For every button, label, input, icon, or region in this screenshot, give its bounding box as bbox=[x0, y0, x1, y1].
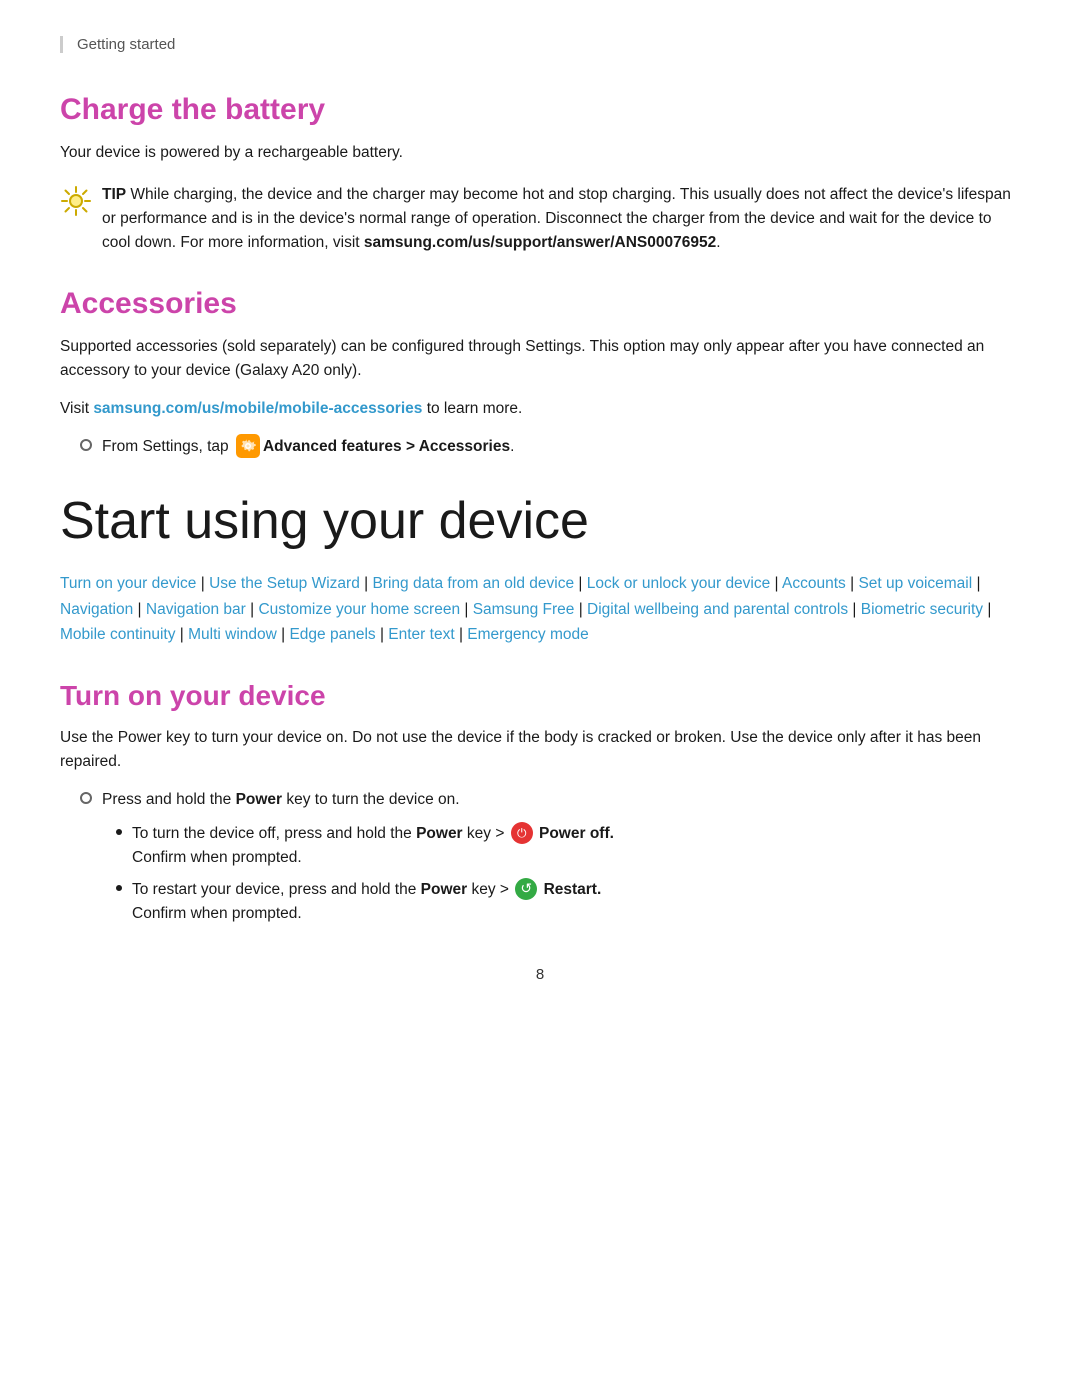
b1-bold: Power bbox=[236, 791, 283, 808]
nav-link-emergency[interactable]: Emergency mode bbox=[467, 626, 588, 643]
start-section: Start using your device Turn on your dev… bbox=[60, 491, 1020, 648]
sb2-bold2: Restart. bbox=[544, 881, 602, 898]
sub-bullets: To turn the device off, press and hold t… bbox=[60, 822, 1020, 926]
sep8: | bbox=[246, 601, 259, 618]
nav-link-voicemail[interactable]: Set up voicemail bbox=[858, 575, 972, 592]
sb2-bold: Power bbox=[421, 881, 468, 898]
tip-content: TIP While charging, the device and the c… bbox=[102, 183, 1020, 255]
accessories-body1: Supported accessories (sold separately) … bbox=[60, 335, 1020, 383]
sep11: | bbox=[848, 601, 861, 618]
nav-link-biometric[interactable]: Biometric security bbox=[861, 601, 983, 618]
acc-bullet-suffix: . bbox=[510, 438, 514, 455]
sb2-prefix: To restart your device, press and hold t… bbox=[132, 881, 421, 898]
dot-marker-2 bbox=[116, 885, 122, 891]
page-header: Getting started bbox=[60, 36, 1020, 53]
nav-link-navigation[interactable]: Navigation bbox=[60, 601, 133, 618]
bullet1-text: Press and hold the Power key to turn the… bbox=[102, 788, 460, 812]
nav-link-samsung-free[interactable]: Samsung Free bbox=[473, 601, 575, 618]
sb2-suffix: Confirm when prompted. bbox=[132, 905, 302, 922]
sep15: | bbox=[376, 626, 389, 643]
sep12: | bbox=[983, 601, 991, 618]
turn-on-title: Turn on your device bbox=[60, 680, 1020, 712]
b1-suffix: key to turn the device on. bbox=[282, 791, 460, 808]
acc-body2-prefix: Visit bbox=[60, 400, 93, 417]
sb1-bold2: Power off. bbox=[539, 825, 614, 842]
sb2-mid: key > bbox=[467, 881, 513, 898]
sb1-prefix: To turn the device off, press and hold t… bbox=[132, 825, 416, 842]
accessories-title: Accessories bbox=[60, 287, 1020, 321]
sep7: | bbox=[133, 601, 146, 618]
turn-on-section: Turn on your device Use the Power key to… bbox=[60, 680, 1020, 926]
power-off-icon: ⏻ bbox=[511, 822, 533, 844]
b1-prefix: Press and hold the bbox=[102, 791, 236, 808]
tip-icon bbox=[60, 185, 92, 217]
nav-link-edge-panels[interactable]: Edge panels bbox=[289, 626, 375, 643]
nav-link-bring-data[interactable]: Bring data from an old device bbox=[372, 575, 574, 592]
sb1-bold: Power bbox=[416, 825, 463, 842]
page-number: 8 bbox=[60, 966, 1020, 983]
tip-label: TIP bbox=[102, 186, 126, 203]
sub-bullet-item-1: To turn the device off, press and hold t… bbox=[116, 822, 1020, 870]
restart-icon: ↺ bbox=[515, 878, 537, 900]
nav-link-turn-on[interactable]: Turn on your device bbox=[60, 575, 196, 592]
nav-link-digital-wellbeing[interactable]: Digital wellbeing and parental controls bbox=[587, 601, 848, 618]
accessories-bullet-text: From Settings, tap Advanced features > A… bbox=[102, 435, 514, 459]
sub-bullet1-text: To turn the device off, press and hold t… bbox=[132, 822, 614, 870]
sep5: | bbox=[846, 575, 859, 592]
sub-bullet-item-2: To restart your device, press and hold t… bbox=[116, 878, 1020, 926]
acc-bullet-link[interactable]: Advanced features > Accessories bbox=[263, 438, 510, 455]
nav-link-multi-window[interactable]: Multi window bbox=[188, 626, 277, 643]
dot-marker-1 bbox=[116, 829, 122, 835]
sep1: | bbox=[196, 575, 209, 592]
tip-link[interactable]: samsung.com/us/support/answer/ANS0007695… bbox=[364, 234, 716, 251]
nav-link-home-screen[interactable]: Customize your home screen bbox=[258, 601, 460, 618]
header-label: Getting started bbox=[77, 36, 175, 53]
sep3: | bbox=[574, 575, 587, 592]
acc-body2-suffix: to learn more. bbox=[422, 400, 522, 417]
sb1-mid: key > bbox=[463, 825, 509, 842]
turn-on-bullet1: Press and hold the Power key to turn the… bbox=[60, 788, 1020, 812]
sep10: | bbox=[574, 601, 587, 618]
circle-marker bbox=[80, 439, 92, 451]
tip-period: . bbox=[716, 234, 720, 251]
acc-mobile-accessories-link[interactable]: samsung.com/us/mobile/mobile-accessories bbox=[93, 400, 422, 417]
nav-link-accounts[interactable]: Accounts bbox=[782, 575, 846, 592]
sep9: | bbox=[460, 601, 473, 618]
nav-link-mobile-continuity[interactable]: Mobile continuity bbox=[60, 626, 175, 643]
circle-marker-2 bbox=[80, 792, 92, 804]
sub-bullet2-text: To restart your device, press and hold t… bbox=[132, 878, 601, 926]
nav-link-lock-unlock[interactable]: Lock or unlock your device bbox=[587, 575, 771, 592]
sep6: | bbox=[972, 575, 980, 592]
sep14: | bbox=[277, 626, 290, 643]
sep2: | bbox=[360, 575, 373, 592]
tip-box: TIP While charging, the device and the c… bbox=[60, 183, 1020, 255]
acc-bullet-prefix: From Settings, tap bbox=[102, 438, 233, 455]
accessories-section: Accessories Supported accessories (sold … bbox=[60, 287, 1020, 459]
start-title: Start using your device bbox=[60, 491, 1020, 551]
accessories-body2: Visit samsung.com/us/mobile/mobile-acces… bbox=[60, 397, 1020, 421]
nav-link-nav-bar[interactable]: Navigation bar bbox=[146, 601, 246, 618]
accessories-bullet: From Settings, tap Advanced features > A… bbox=[60, 435, 1020, 459]
charge-title: Charge the battery bbox=[60, 93, 1020, 127]
sep4: | bbox=[770, 575, 782, 592]
charge-body: Your device is powered by a rechargeable… bbox=[60, 141, 1020, 165]
turn-on-body: Use the Power key to turn your device on… bbox=[60, 726, 1020, 774]
sb1-suffix: Confirm when prompted. bbox=[132, 849, 302, 866]
settings-gear-icon bbox=[236, 434, 260, 458]
charge-section: Charge the battery Your device is powere… bbox=[60, 93, 1020, 255]
sep16: | bbox=[455, 626, 468, 643]
nav-link-setup-wizard[interactable]: Use the Setup Wizard bbox=[209, 575, 360, 592]
nav-link-enter-text[interactable]: Enter text bbox=[388, 626, 454, 643]
sep13: | bbox=[175, 626, 188, 643]
nav-links-container: Turn on your device | Use the Setup Wiza… bbox=[60, 571, 1020, 648]
